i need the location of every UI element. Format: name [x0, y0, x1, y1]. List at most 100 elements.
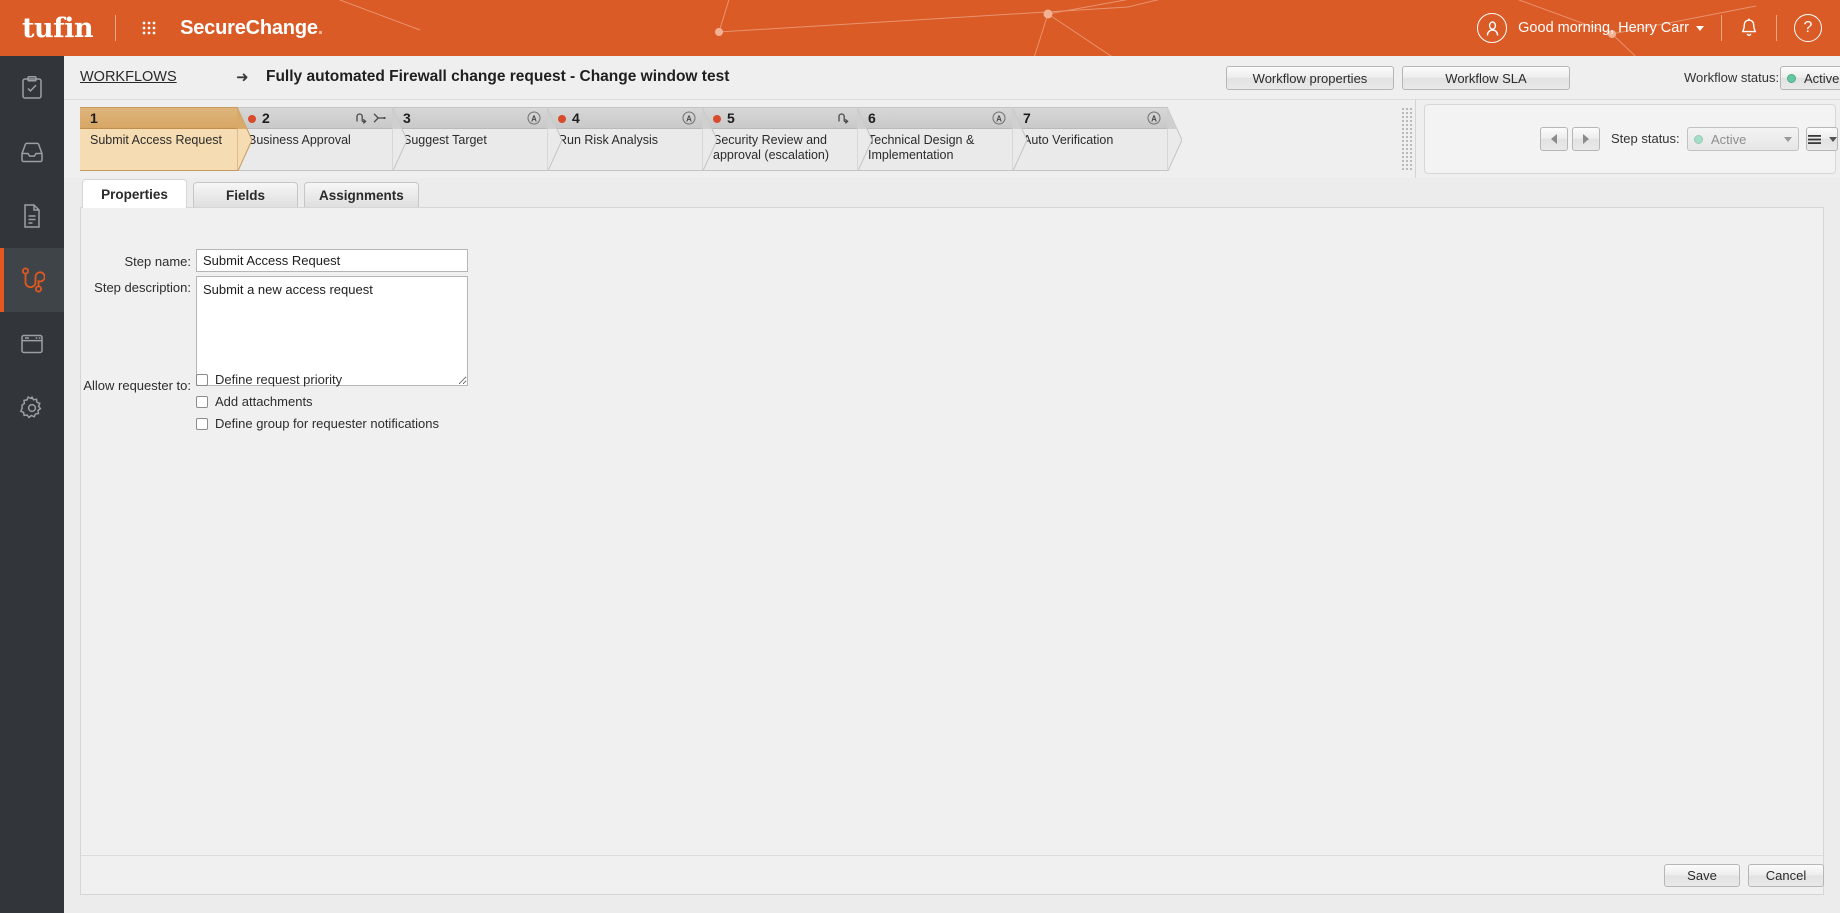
hamburger-menu-icon: [1807, 134, 1821, 144]
product-name-dot: .: [317, 16, 324, 39]
allow-option-row[interactable]: Define request priority: [196, 372, 342, 387]
save-button[interactable]: Save: [1664, 864, 1740, 887]
workflow-step-6[interactable]: 6 A Technical Design & Implementation: [858, 107, 1027, 171]
breadcrumb-workflows[interactable]: WORKFLOWS: [80, 69, 177, 85]
allow-option-row[interactable]: Define group for requester notifications: [196, 416, 439, 431]
step-number: 3: [403, 110, 411, 126]
workflow-sla-button[interactable]: Workflow SLA: [1402, 66, 1570, 90]
step-chevron-icon: [1167, 107, 1182, 171]
left-sidebar: [0, 56, 64, 913]
step-type-icons: [354, 111, 386, 125]
step-number: 2: [262, 110, 270, 126]
cancel-button[interactable]: Cancel: [1748, 864, 1824, 887]
tab-label: Properties: [101, 186, 168, 202]
step-status-dropdown[interactable]: Active: [1687, 127, 1799, 151]
step-menu-button[interactable]: [1806, 127, 1838, 151]
tab-fields[interactable]: Fields: [193, 182, 298, 208]
user-avatar-icon[interactable]: [1477, 13, 1508, 43]
step-status-label: Step status:: [1611, 131, 1680, 146]
svg-text:A: A: [1151, 114, 1157, 123]
workflow-step-4[interactable]: 4 A Run Risk Analysis: [548, 107, 717, 171]
step-description-label: Step description:: [94, 280, 191, 295]
chevron-down-icon: [1696, 25, 1704, 31]
tab-bar: Properties Fields Assignments: [80, 178, 1824, 208]
header-divider-2: [1776, 15, 1777, 41]
step-name-input[interactable]: [196, 249, 468, 272]
step-type-icons: A: [1147, 111, 1161, 125]
checkbox-2[interactable]: [196, 417, 208, 430]
page-title: Fully automated Firewall change request …: [266, 68, 730, 85]
tab-label: Assignments: [319, 188, 404, 203]
sidebar-item-reports[interactable]: [0, 184, 64, 248]
step-controls-panel: Step status: Active: [1424, 104, 1838, 174]
prev-step-button[interactable]: [1540, 127, 1568, 151]
workflow-steps-area: 1 Submit Access Request 2 Business Approval…: [64, 100, 1840, 178]
step-header: 6A: [858, 108, 1013, 129]
checkbox-label: Define request priority: [215, 372, 343, 387]
workflow-step-2[interactable]: 2 Business Approval: [238, 107, 407, 171]
status-dot-icon: [1787, 73, 1796, 83]
sidebar-item-requests[interactable]: [0, 120, 64, 184]
arrow-left-icon: [1551, 134, 1557, 144]
workflow-step-1[interactable]: 1 Submit Access Request: [80, 107, 252, 171]
app-grid-icon[interactable]: [132, 11, 166, 45]
greeting-text: Good morning, Henry Carr: [1518, 20, 1689, 36]
allow-option-row[interactable]: Add attachments: [196, 394, 313, 409]
checkbox-label: Define group for requester notifications: [215, 416, 440, 431]
step-alert-dot-icon: [558, 115, 566, 123]
step-description-textarea[interactable]: [196, 276, 468, 386]
step-number: 6: [868, 110, 876, 126]
chevron-down-icon: [1828, 136, 1837, 142]
next-step-button[interactable]: [1572, 127, 1600, 151]
sidebar-item-designer[interactable]: [0, 312, 64, 376]
step-label: Security Review and approval (escalation…: [713, 133, 830, 162]
workflow-status-dropdown[interactable]: Active: [1780, 66, 1840, 90]
tab-assignments[interactable]: Assignments: [304, 182, 419, 208]
svg-text:A: A: [531, 114, 537, 123]
sidebar-item-workflows[interactable]: [0, 248, 64, 312]
workflow-step-3[interactable]: 3 A Suggest Target: [393, 107, 562, 171]
tab-label: Fields: [225, 188, 265, 203]
step-alert-dot-icon: [248, 115, 256, 123]
step-status-dot-icon: [1694, 134, 1703, 144]
workflow-status-label: Workflow status:: [1684, 70, 1780, 85]
svg-text:A: A: [686, 114, 692, 123]
form-footer: Save Cancel: [80, 855, 1824, 895]
sidebar-item-settings[interactable]: [0, 376, 64, 440]
workflow-properties-button[interactable]: Workflow properties: [1226, 66, 1394, 90]
step-header: 3A: [393, 108, 548, 129]
step-label: Auto Verification: [1023, 133, 1114, 147]
page-header-row: WORKFLOWS ➜ Fully automated Firewall cha…: [64, 56, 1840, 100]
help-button[interactable]: ?: [1794, 14, 1822, 42]
brand-area: tufin SecureChange.: [22, 0, 323, 56]
step-label: Technical Design & Implementation: [868, 133, 975, 162]
breadcrumb-arrow-icon: ➜: [236, 69, 249, 86]
user-greeting-menu[interactable]: Good morning, Henry Carr: [1518, 20, 1704, 36]
step-number: 5: [727, 110, 735, 126]
workflow-steps-track: 1 Submit Access Request 2 Business Approval…: [80, 107, 1400, 171]
product-name-text: SecureChange: [180, 16, 318, 39]
workflow-status-value: Active: [1804, 70, 1840, 86]
bottom-scroll-area: [64, 905, 1840, 913]
step-name-label: Step name:: [124, 254, 192, 269]
step-number: 1: [90, 110, 98, 126]
step-status-value: Active: [1711, 131, 1747, 147]
step-type-icons: A: [527, 111, 541, 125]
arrow-right-icon: [1583, 134, 1589, 144]
steps-divider: [1415, 100, 1416, 178]
steps-resize-handle[interactable]: [1401, 107, 1412, 171]
allow-requester-label: Allow requester to:: [83, 378, 191, 393]
sidebar-item-tasks[interactable]: [0, 56, 64, 120]
tab-properties[interactable]: Properties: [82, 179, 187, 208]
step-label: Suggest Target: [403, 133, 487, 147]
checkbox-1[interactable]: [196, 395, 208, 408]
workflow-step-7[interactable]: 7 A Auto Verification: [1013, 107, 1182, 171]
header-right-controls: Good morning, Henry Carr ?: [1477, 0, 1822, 56]
checkbox-0[interactable]: [196, 373, 208, 386]
checkbox-label: Add attachments: [215, 394, 313, 409]
tab-underline: [80, 207, 1824, 208]
workflow-step-5[interactable]: 5 Security Review and approval (escalatio…: [703, 107, 872, 171]
step-label: Run Risk Analysis: [558, 133, 659, 147]
notifications-bell-icon[interactable]: [1739, 17, 1759, 39]
step-alert-dot-icon: [713, 115, 721, 123]
